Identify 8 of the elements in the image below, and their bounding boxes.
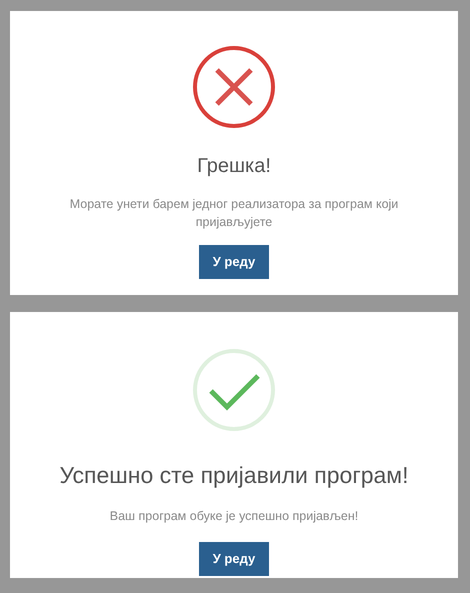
check-circle-icon — [192, 348, 276, 432]
dialog-title: Грешка! — [197, 154, 271, 179]
ok-button[interactable]: У реду — [199, 245, 269, 279]
error-cross-icon — [192, 45, 276, 129]
dialog-title: Успешно сте пријавили програм! — [59, 461, 409, 490]
ok-button[interactable]: У реду — [199, 542, 269, 576]
dialog-message: Ваш програм обуке је успешно пријављен! — [108, 508, 360, 524]
dialog-message: Морате унети барем једног реализатора за програм који пријављујете — [68, 196, 400, 231]
